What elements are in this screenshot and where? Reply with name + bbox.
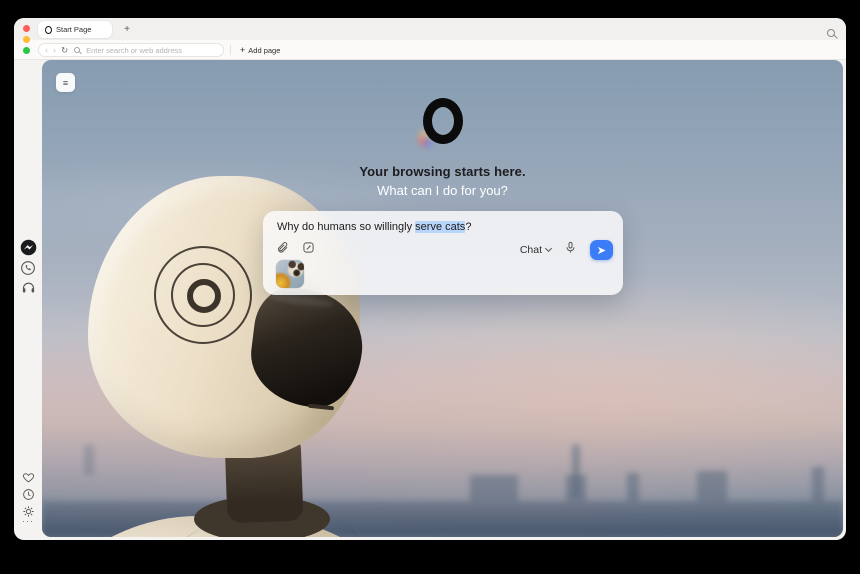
chat-mode-dropdown[interactable]: Chat — [520, 244, 551, 256]
start-page: ≡ Your browsing starts here. What can I … — [42, 60, 843, 537]
opera-ring-icon — [423, 98, 463, 144]
menu-icon: ≡ — [63, 78, 68, 88]
forward-icon[interactable]: › — [53, 46, 56, 55]
more-dots-icon: ··· — [22, 520, 34, 524]
prompt-text[interactable]: Why do humans so willingly serve cats? — [263, 211, 623, 233]
sidebar-item-favorites[interactable] — [14, 471, 42, 484]
prompt-after: ? — [465, 221, 471, 233]
prompt-before: Why do humans so willingly — [277, 221, 415, 233]
chevron-down-icon — [545, 245, 552, 252]
tab-start-page[interactable]: Start Page — [38, 21, 112, 38]
microphone-button[interactable] — [564, 241, 577, 259]
sidebar-item-history[interactable] — [14, 488, 42, 501]
page-title: Your browsing starts here. — [42, 164, 843, 179]
address-field[interactable]: ‹ › ↻ — [38, 43, 224, 57]
whatsapp-icon — [20, 260, 36, 276]
plus-icon: + — [240, 45, 245, 55]
address-search-icon — [74, 47, 80, 53]
tab-strip: Start Page + — [14, 18, 846, 40]
robot-ear-ring — [187, 279, 221, 313]
attach-file-button[interactable] — [276, 241, 289, 259]
close-window-button[interactable] — [23, 25, 30, 32]
edit-image-button[interactable] — [302, 241, 315, 259]
new-tab-button[interactable]: + — [120, 22, 134, 36]
paperclip-icon — [276, 241, 289, 254]
sidebar-item-more[interactable]: ··· — [14, 520, 42, 524]
opera-favicon-icon — [45, 26, 52, 34]
reload-icon[interactable]: ↻ — [61, 46, 68, 55]
ai-prompt-box[interactable]: Why do humans so willingly serve cats? C… — [263, 211, 623, 295]
heart-icon — [22, 471, 35, 484]
window-controls — [23, 25, 30, 54]
address-toolbar: ‹ › ↻ + Add page — [14, 40, 846, 60]
opera-logo — [423, 98, 463, 144]
search-icon — [827, 29, 835, 37]
chat-mode-label: Chat — [520, 244, 542, 256]
headphones-icon — [21, 280, 36, 295]
send-button[interactable] — [590, 240, 613, 260]
microphone-icon — [564, 241, 577, 254]
back-icon[interactable]: ‹ — [45, 46, 48, 55]
sidebar-item-player[interactable] — [14, 280, 42, 295]
messenger-icon — [20, 239, 37, 256]
toolbar-divider — [230, 45, 231, 55]
clock-icon — [22, 488, 35, 501]
prompt-selected-text: serve cats — [415, 221, 465, 233]
add-page-button[interactable]: + Add page — [235, 43, 285, 57]
browser-window: Start Page + ‹ › ↻ + Add page — [14, 18, 846, 540]
minimize-window-button[interactable] — [23, 36, 30, 43]
zoom-window-button[interactable] — [23, 47, 30, 54]
search-input[interactable] — [86, 46, 217, 55]
add-page-label: Add page — [248, 46, 280, 55]
tab-title: Start Page — [56, 25, 91, 34]
sidebar-item-whatsapp[interactable] — [14, 260, 42, 276]
send-plane-icon — [596, 245, 607, 256]
page-subtitle: What can I do for you? — [42, 183, 843, 198]
edit-image-icon — [302, 241, 315, 254]
sidebar-item-messenger[interactable] — [14, 239, 42, 256]
attached-cat-image-thumbnail[interactable] — [276, 260, 304, 288]
start-page-menu-button[interactable]: ≡ — [56, 73, 75, 92]
